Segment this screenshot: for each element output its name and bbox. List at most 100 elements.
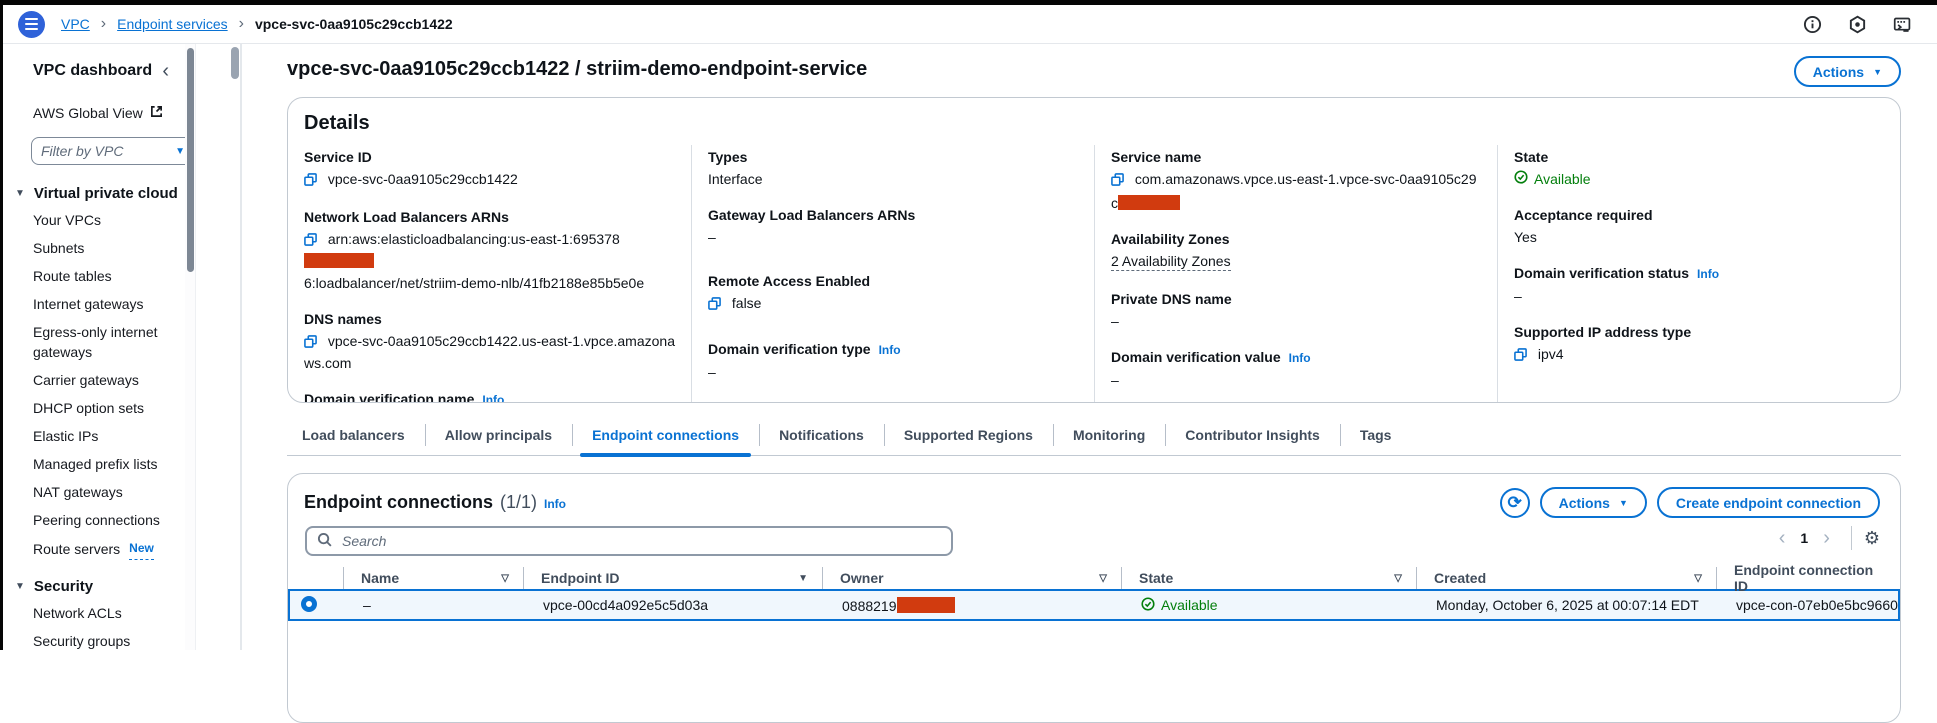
field-availability-zones: Availability Zones 2 Availability Zones (1111, 229, 1481, 271)
copy-icon[interactable] (304, 333, 317, 353)
state-value: Available (1534, 169, 1591, 189)
connections-actions-button[interactable]: Actions ▼ (1540, 487, 1647, 518)
tab-monitoring[interactable]: Monitoring (1053, 414, 1165, 455)
sidebar-item-managed-prefix-lists[interactable]: Managed prefix lists (3, 450, 185, 478)
sidebar-item-your-vpcs[interactable]: Your VPCs (3, 206, 185, 234)
tab-tags[interactable]: Tags (1340, 414, 1412, 455)
sidebar-item-security-groups[interactable]: Security groups (3, 627, 185, 655)
field-remote-access: Remote Access Enabled false (708, 271, 1078, 315)
menu-icon (25, 18, 38, 20)
aws-global-view-label: AWS Global View (33, 105, 143, 121)
caret-down-icon: ▼ (15, 188, 25, 199)
sort-icon: ▽ (1099, 573, 1107, 584)
field-domain-verification-name: Domain verification name Info – (304, 389, 675, 403)
column-header-state[interactable]: State ▽ (1121, 562, 1416, 594)
copy-icon[interactable] (1514, 346, 1527, 366)
field-private-dns: Private DNS name – (1111, 289, 1481, 331)
column-header-created[interactable]: Created ▽ (1416, 562, 1716, 594)
cell-endpoint-connection-id: vpce-con-07eb0e5bc9660 (1718, 597, 1898, 613)
field-types: Types Interface (708, 147, 1078, 189)
column-header-endpoint-connection-id[interactable]: Endpoint connection ID (1716, 562, 1900, 594)
create-endpoint-connection-button[interactable]: Create endpoint connection (1657, 487, 1880, 518)
sort-icon: ▽ (501, 573, 509, 584)
field-dns-names: DNS names vpce-svc-0aa9105c29ccb1422.us-… (304, 309, 675, 373)
copy-icon[interactable] (304, 171, 317, 191)
search-icon (317, 532, 332, 550)
sidebar-item-network-acls[interactable]: Network ACLs (3, 599, 185, 627)
sidebar-section-virtual-private-cloud[interactable]: ▼ Virtual private cloud (15, 185, 185, 202)
tab-load-balancers[interactable]: Load balancers (287, 414, 425, 455)
copy-icon[interactable] (1111, 171, 1124, 191)
sidebar-scrollbar-thumb[interactable] (187, 48, 194, 272)
search-input[interactable] (340, 532, 941, 550)
sidebar-vpc-list: Your VPCs Subnets Route tables Internet … (3, 206, 185, 564)
endpoint-connections-heading: Endpoint connections (1/1) Info (304, 492, 566, 513)
caret-down-icon: ▼ (15, 581, 25, 592)
page-actions-button[interactable]: Actions ▼ (1794, 56, 1901, 87)
tab-allow-principals[interactable]: Allow principals (425, 414, 572, 455)
column-header-name[interactable]: Name ▽ (343, 562, 523, 594)
field-supported-ip: Supported IP address type ipv4 (1514, 322, 1884, 366)
details-column-1: Service ID vpce-svc-0aa9105c29ccb1422 Ne… (288, 145, 691, 403)
sidebar-item-egress-only-internet-gateways[interactable]: Egress-only internet gateways (3, 318, 185, 366)
sidebar-item-internet-gateways[interactable]: Internet gateways (3, 290, 185, 318)
check-circle-icon (1514, 169, 1528, 189)
chevron-left-icon[interactable]: ‹ (1770, 528, 1795, 548)
sidebar-item-aws-global-view[interactable]: AWS Global View (33, 105, 185, 121)
cloudshell-icon[interactable] (1893, 15, 1912, 34)
column-header-owner[interactable]: Owner ▽ (822, 562, 1121, 594)
content-scrollbar-thumb[interactable] (231, 47, 239, 79)
redaction-box (1118, 195, 1180, 210)
sidebar-item-nat-gateways[interactable]: NAT gateways (3, 478, 185, 506)
filter-by-vpc-select[interactable]: Filter by VPC ▼ (31, 137, 195, 165)
breadcrumb-link-endpoint-services[interactable]: Endpoint services (117, 16, 228, 32)
sidebar-item-elastic-ips[interactable]: Elastic IPs (3, 422, 185, 450)
cell-owner: 0888219 (824, 597, 1123, 614)
tab-contributor-insights[interactable]: Contributor Insights (1165, 414, 1340, 455)
sidebar-item-subnets[interactable]: Subnets (3, 234, 185, 262)
info-link[interactable]: Info (482, 390, 504, 403)
info-icon[interactable] (1803, 15, 1822, 34)
details-heading: Details (304, 112, 1900, 135)
sidebar-item-peering-connections[interactable]: Peering connections (3, 506, 185, 534)
breadcrumb-link-vpc[interactable]: VPC (61, 16, 90, 32)
tab-notifications[interactable]: Notifications (759, 414, 884, 455)
breadcrumb: VPC › Endpoint services › vpce-svc-0aa91… (61, 16, 453, 32)
refresh-button[interactable]: ⟳ (1500, 488, 1530, 518)
page-number[interactable]: 1 (1794, 530, 1814, 546)
endpoint-connections-panel: Endpoint connections (1/1) Info ⟳ Action… (287, 473, 1901, 723)
sidebar-section-security[interactable]: ▼ Security (15, 578, 185, 595)
tab-bar: Load balancers Allow principals Endpoint… (287, 414, 1901, 456)
tab-supported-regions[interactable]: Supported Regions (884, 414, 1053, 455)
top-navigation-bar: VPC › Endpoint services › vpce-svc-0aa91… (3, 5, 1937, 44)
row-radio-selected[interactable] (301, 596, 317, 612)
refresh-icon: ⟳ (1507, 493, 1521, 513)
copy-icon[interactable] (708, 295, 721, 315)
settings-gear-icon[interactable]: ⚙ (1864, 528, 1880, 549)
info-link[interactable]: Info (1697, 264, 1719, 284)
info-link[interactable]: Info (1289, 348, 1311, 368)
amazon-q-icon[interactable] (1848, 15, 1867, 34)
window-frame-left (0, 0, 3, 650)
sidebar-item-route-tables[interactable]: Route tables (3, 262, 185, 290)
breadcrumb-current: vpce-svc-0aa9105c29ccb1422 (255, 16, 453, 32)
sort-icon: ▽ (1694, 573, 1702, 584)
cell-state: Available (1123, 597, 1418, 614)
sidebar-item-route-servers[interactable]: Route servers New (3, 534, 185, 564)
field-service-id: Service ID vpce-svc-0aa9105c29ccb1422 (304, 147, 675, 191)
field-domain-verification-value: Domain verification value Info – (1111, 347, 1481, 390)
chevron-right-icon: › (239, 16, 244, 32)
info-link[interactable]: Info (544, 497, 566, 511)
column-header-endpoint-id[interactable]: Endpoint ID ▼ (523, 562, 822, 594)
copy-icon[interactable] (304, 231, 317, 251)
content-scrollbar-track (240, 44, 242, 650)
chevron-right-icon[interactable]: › (1814, 528, 1839, 548)
sidebar-item-carrier-gateways[interactable]: Carrier gateways (3, 366, 185, 394)
sidebar-item-dhcp-option-sets[interactable]: DHCP option sets (3, 394, 185, 422)
availability-zones-link[interactable]: 2 Availability Zones (1111, 253, 1231, 271)
collapse-sidebar-icon[interactable]: ‹ (162, 64, 169, 78)
hamburger-menu-button[interactable] (18, 11, 45, 38)
caret-down-icon: ▼ (1619, 498, 1628, 508)
tab-endpoint-connections[interactable]: Endpoint connections (572, 414, 759, 455)
info-link[interactable]: Info (879, 340, 901, 360)
